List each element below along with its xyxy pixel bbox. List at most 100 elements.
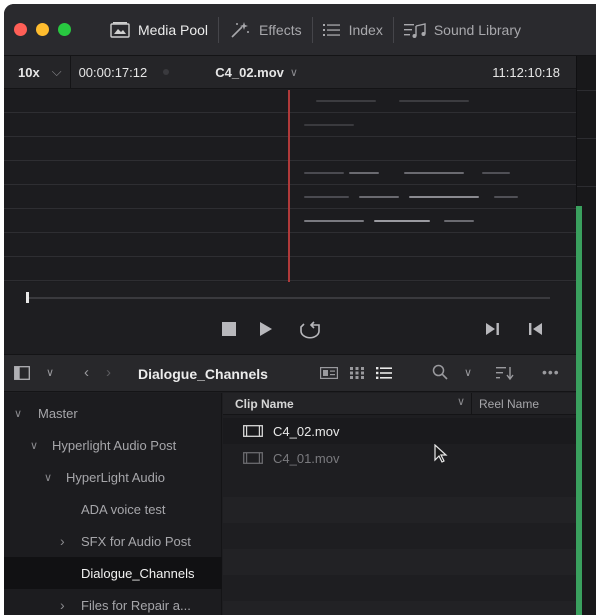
expanded-chevron-icon[interactable]: ∨ <box>30 439 38 452</box>
record-timecode: 11:12:10:18 <box>492 64 560 80</box>
tree-item-hyperlight-audio-post[interactable]: ∨ Hyperlight Audio Post <box>4 429 222 461</box>
waveform-segment <box>304 220 364 222</box>
close-window-button[interactable] <box>14 23 27 36</box>
tab-effects-label: Effects <box>259 21 302 38</box>
waveform-segment <box>404 172 464 174</box>
audio-level-meter <box>576 206 582 615</box>
bin-title: Dialogue_Channels <box>138 366 268 382</box>
sound-library-icon <box>403 22 426 38</box>
clip-list: Clip Name ∨ Reel Name C4_02.mov C4_01.mo… <box>223 393 576 615</box>
media-pool-toolbar: ∨ ‹ › Dialogue_Channels ∨ ••• <box>4 354 576 392</box>
column-reel-name[interactable]: Reel Name <box>479 397 539 411</box>
skip-forward-icon <box>486 323 499 335</box>
clip-name: C4_01.mov <box>273 451 340 466</box>
tree-item-dialogue-channels[interactable]: Dialogue_Channels <box>4 557 222 589</box>
play-icon <box>260 322 272 336</box>
stop-icon <box>222 322 236 336</box>
meter-divider <box>577 186 596 187</box>
expanded-chevron-icon[interactable]: ∨ <box>44 471 52 484</box>
sort-icon <box>496 367 514 381</box>
meter-divider <box>577 138 596 139</box>
grid-icon <box>350 367 364 379</box>
playhead[interactable] <box>288 90 290 282</box>
tab-sound-library-label: Sound Library <box>433 21 522 38</box>
title-bar: Media Pool Effects Index Sound Library <box>4 4 596 56</box>
play-button[interactable] <box>260 322 272 336</box>
empty-row <box>223 497 576 523</box>
tab-media-pool-label: Media Pool <box>138 21 209 38</box>
tab-index[interactable]: Index <box>313 4 393 56</box>
scrubber-bar <box>4 282 576 354</box>
clip-dropdown-chevron-icon[interactable]: ∨ <box>290 66 298 79</box>
waveform-segment <box>349 172 379 174</box>
collapsed-chevron-icon[interactable]: › <box>60 597 65 613</box>
clip-selector[interactable]: C4_02.mov <box>215 65 284 80</box>
tree-item-label: HyperLight Audio <box>66 469 166 485</box>
clip-row[interactable]: C4_02.mov <box>223 418 576 444</box>
tree-item-ada-voice-test[interactable]: ADA voice test <box>4 493 222 525</box>
scrubber-handle[interactable] <box>26 292 29 303</box>
tree-item-label: SFX for Audio Post <box>81 533 191 549</box>
collapsed-chevron-icon[interactable]: › <box>60 533 65 549</box>
audio-lane <box>4 186 576 209</box>
tab-sound-library[interactable]: Sound Library <box>394 4 531 56</box>
previous-clip-button[interactable] <box>528 322 542 336</box>
back-chevron-icon[interactable]: ‹ <box>84 364 89 381</box>
index-list-icon <box>322 23 341 37</box>
tree-item-sfx-for-audio-post[interactable]: › SFX for Audio Post <box>4 525 222 557</box>
sort-chevron-icon[interactable]: ∨ <box>457 395 465 408</box>
stop-button[interactable] <box>222 322 236 336</box>
column-divider[interactable] <box>471 393 472 415</box>
next-clip-button[interactable] <box>486 322 500 336</box>
waveform-segment <box>304 124 354 126</box>
loop-button[interactable] <box>298 319 322 339</box>
video-clip-icon <box>243 452 263 467</box>
audio-lane <box>4 234 576 257</box>
waveform-segment <box>494 196 518 198</box>
tree-item-label: Master <box>38 405 78 421</box>
loop-icon <box>300 321 320 339</box>
bin-tree: ∨ Master ∨ Hyperlight Audio Post ∨ Hyper… <box>4 393 222 615</box>
zoom-window-button[interactable] <box>58 23 71 36</box>
metadata-view-button[interactable] <box>320 367 338 382</box>
header-divider <box>69 55 71 89</box>
audio-lane <box>4 210 576 233</box>
tree-item-master[interactable]: ∨ Master <box>4 397 222 429</box>
clip-list-header: Clip Name ∨ Reel Name <box>223 393 576 415</box>
list-view-button[interactable] <box>376 367 392 382</box>
forward-chevron-icon[interactable]: › <box>106 364 111 381</box>
bin-list-chevron-icon[interactable]: ∨ <box>46 366 54 379</box>
minimize-window-button[interactable] <box>36 23 49 36</box>
sort-button[interactable] <box>496 366 514 383</box>
scrubber-track[interactable] <box>28 297 550 299</box>
app-window: Media Pool Effects Index Sound Library 1… <box>4 4 596 615</box>
tree-item-label: Dialogue_Channels <box>81 565 195 581</box>
audio-lane <box>4 138 576 161</box>
search-button[interactable] <box>432 364 448 383</box>
search-icon <box>432 364 448 380</box>
clip-row[interactable]: C4_01.mov <box>223 445 576 471</box>
skip-back-icon <box>529 323 542 335</box>
tab-media-pool[interactable]: Media Pool <box>100 4 218 56</box>
column-clip-name[interactable]: Clip Name <box>235 397 294 411</box>
meter-divider <box>577 90 596 91</box>
expanded-chevron-icon[interactable]: ∨ <box>14 407 22 420</box>
waveform-segment <box>409 196 479 198</box>
tree-item-label: ADA voice test <box>81 501 166 517</box>
thumbnail-view-button[interactable] <box>350 367 364 382</box>
tree-item-hyperlight-audio[interactable]: ∨ HyperLight Audio <box>4 461 222 493</box>
list-view-icon <box>376 367 392 379</box>
waveform-segment <box>399 100 469 102</box>
viewer-header: 10x ⌵ 00:00:17:12 C4_02.mov ∨ 11:12:10:1… <box>4 55 576 89</box>
more-options-icon[interactable]: ••• <box>542 364 560 380</box>
toggle-bin-list-button[interactable] <box>14 366 30 383</box>
window-controls <box>14 23 100 36</box>
tab-effects[interactable]: Effects <box>219 4 312 56</box>
search-chevron-icon[interactable]: ∨ <box>464 366 472 379</box>
zoom-level[interactable]: 10x <box>18 65 40 80</box>
empty-row <box>223 549 576 575</box>
audio-lane <box>4 258 576 281</box>
tree-item-files-for-repair[interactable]: › Files for Repair a... <box>4 589 222 615</box>
audio-waveform-viewer[interactable] <box>4 90 576 282</box>
zoom-dropdown-chevron-icon[interactable]: ⌵ <box>52 64 62 80</box>
